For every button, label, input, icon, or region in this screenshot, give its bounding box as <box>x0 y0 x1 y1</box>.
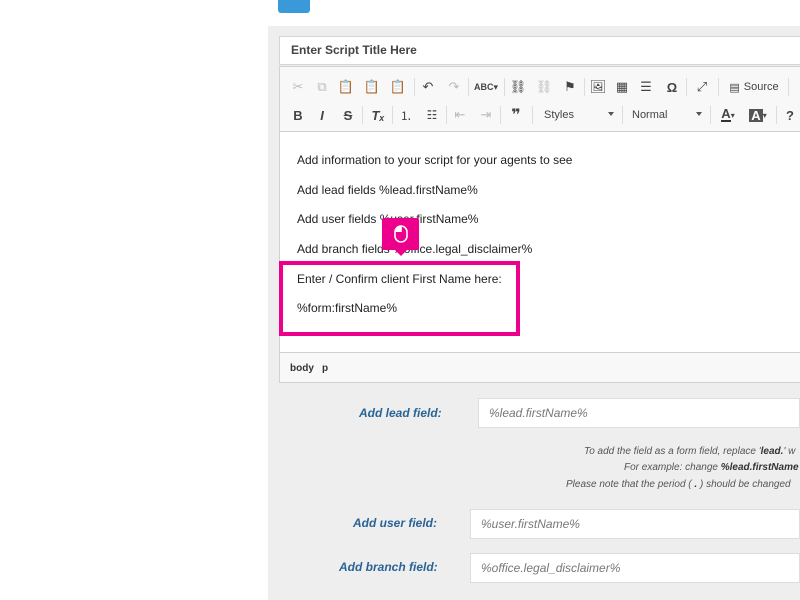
hint-line-3: Please note that the period ( . ) should… <box>566 479 791 490</box>
branch-field-label: Add branch field: <box>339 560 438 574</box>
branch-field-input[interactable]: %office.legal_disclaimer% <box>470 553 800 583</box>
horizontal-line-icon[interactable]: ☰ <box>638 77 654 97</box>
path-p[interactable]: p <box>322 363 328 374</box>
content-line: Add lead fields %lead.firstName% <box>297 183 478 197</box>
content-line: Add information to your script for your … <box>297 153 573 167</box>
styles-dropdown[interactable]: Styles <box>538 105 618 125</box>
bold-icon[interactable]: B <box>290 105 306 125</box>
toolbar-separator <box>414 78 415 96</box>
toolbar-separator <box>622 106 623 124</box>
decrease-indent-icon[interactable]: ⇤ <box>452 105 468 125</box>
lead-field-input[interactable]: %lead.firstName% <box>478 398 800 428</box>
toolbar-separator <box>468 78 469 96</box>
toolbar-separator <box>446 106 447 124</box>
bulleted-list-icon[interactable]: ☷ <box>424 105 440 125</box>
editor-toolbar: ✂ ⧉ 📋 📋 📋 ↶ ↷ ABC▾ ⛓ ⛓ ⚑ 🖼 ▦ ☰ Ω ⤢ ▤ Sou… <box>280 67 800 132</box>
image-icon[interactable]: 🖼 <box>590 77 607 97</box>
maximize-icon[interactable]: ⤢ <box>694 77 710 97</box>
mouse-cursor-indicator <box>382 218 419 256</box>
numbered-list-icon[interactable]: ⒈ <box>398 105 414 125</box>
user-field-input[interactable]: %user.firstName% <box>470 509 800 539</box>
user-field-label: Add user field: <box>353 516 438 530</box>
background-color-icon[interactable]: A ▾ <box>746 105 770 125</box>
source-icon: ▤ <box>729 81 740 94</box>
unlink-icon[interactable]: ⛓ <box>536 77 553 97</box>
blue-tab[interactable] <box>278 0 310 13</box>
toolbar-separator <box>776 106 777 124</box>
blockquote-icon[interactable]: ❞ <box>506 105 526 125</box>
toolbar-separator <box>718 78 719 96</box>
toolbar-separator <box>362 106 363 124</box>
paste-word-icon[interactable]: 📋 <box>390 77 406 97</box>
remove-format-icon[interactable]: Tₓ <box>370 105 386 125</box>
italic-icon[interactable]: I <box>314 105 330 125</box>
paste-text-icon[interactable]: 📋 <box>364 77 380 97</box>
toolbar-separator <box>532 106 533 124</box>
styles-label: Styles <box>544 109 574 121</box>
toolbar-separator <box>710 106 711 124</box>
paste-icon[interactable]: 📋 <box>338 77 354 97</box>
script-title-input[interactable]: Enter Script Title Here <box>279 36 800 65</box>
element-path-bar: body p <box>280 352 800 382</box>
toolbar-separator <box>788 78 789 96</box>
toolbar-separator <box>686 78 687 96</box>
spellcheck-icon[interactable]: ABC▾ <box>474 77 498 97</box>
chevron-down-icon <box>608 112 614 116</box>
source-label: Source <box>743 81 779 93</box>
toolbar-separator <box>500 106 501 124</box>
cut-icon[interactable]: ✂ <box>290 77 306 97</box>
copy-icon[interactable]: ⧉ <box>314 77 330 97</box>
link-icon[interactable]: ⛓ <box>510 77 527 97</box>
format-dropdown[interactable]: Normal <box>626 105 706 125</box>
format-label: Normal <box>632 109 668 121</box>
redo-icon[interactable]: ↷ <box>446 77 462 97</box>
increase-indent-icon[interactable]: ⇥ <box>478 105 494 125</box>
highlight-box <box>279 261 520 336</box>
source-button[interactable]: ▤ Source <box>726 77 782 97</box>
table-icon[interactable]: ▦ <box>614 77 630 97</box>
special-char-icon[interactable]: Ω <box>664 77 680 97</box>
hint-line-1: To add the field as a form field, replac… <box>584 446 796 457</box>
mouse-icon <box>393 225 408 243</box>
help-icon[interactable]: ? <box>782 105 798 125</box>
path-body[interactable]: body <box>290 363 314 374</box>
strikethrough-icon[interactable]: S <box>340 105 356 125</box>
toolbar-separator <box>504 78 505 96</box>
text-color-icon[interactable]: A ▾ <box>716 105 740 125</box>
chevron-down-icon <box>696 112 702 116</box>
anchor-flag-icon[interactable]: ⚑ <box>562 77 578 97</box>
toolbar-separator <box>584 78 585 96</box>
lead-field-label: Add lead field: <box>359 406 442 420</box>
undo-icon[interactable]: ↶ <box>420 77 436 97</box>
hint-line-2: For example: change %lead.firstName <box>624 462 799 473</box>
toolbar-separator <box>392 106 393 124</box>
